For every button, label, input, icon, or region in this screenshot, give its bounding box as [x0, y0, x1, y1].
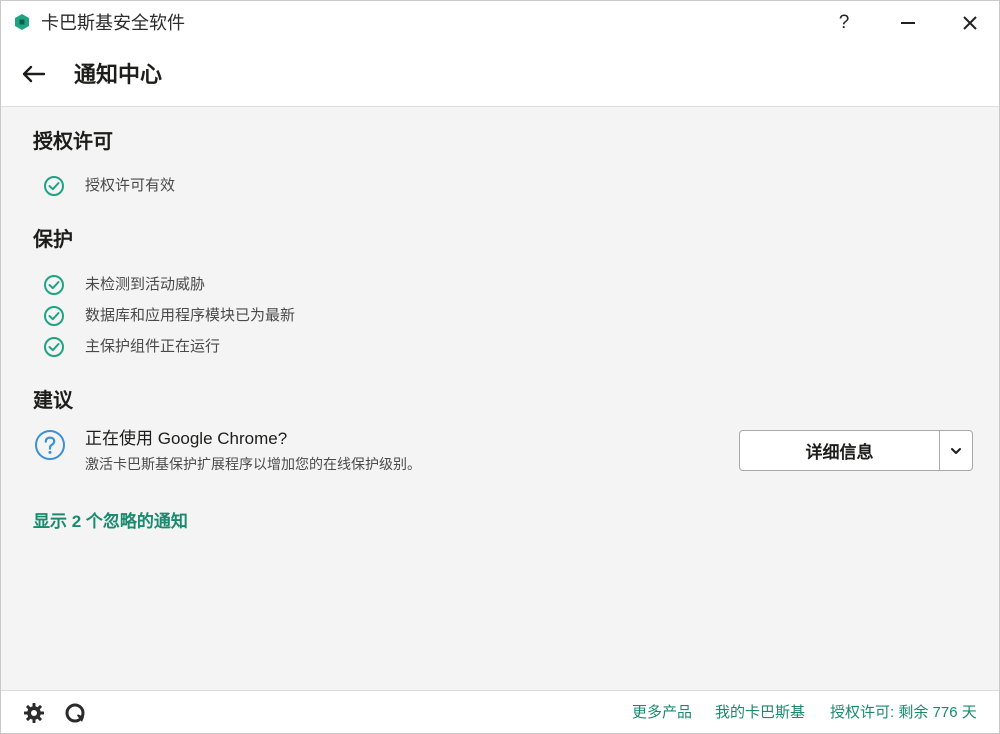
- my-kaspersky-link[interactable]: 我的卡巴斯基: [715, 704, 805, 722]
- status-item: 未检测到活动威胁: [43, 274, 205, 296]
- section-title-protection: 保护: [33, 229, 73, 251]
- close-icon: [963, 16, 977, 30]
- page-header: 通知中心: [1, 45, 999, 107]
- status-label: 未检测到活动威胁: [85, 276, 206, 293]
- details-button[interactable]: 详细信息: [740, 431, 940, 470]
- kaspersky-logo-icon: [15, 14, 29, 30]
- app-title: 卡巴斯基安全软件: [41, 13, 185, 33]
- back-arrow-icon: [22, 65, 46, 83]
- notification-list: 授权许可 授权许可有效 保护 未检测到活动威胁 数据库和应用程序模块已为最新 主…: [1, 108, 999, 690]
- app-window: 卡巴斯基安全软件 ? 通知中心 授权许可 授权许可有效 保护 未检测到活动威胁 …: [0, 0, 1000, 734]
- section-title-license: 授权许可: [33, 131, 113, 153]
- status-item: 数据库和应用程序模块已为最新: [43, 305, 295, 327]
- help-icon: ?: [838, 12, 850, 33]
- support-icon[interactable]: [64, 702, 86, 724]
- status-item: 授权许可有效: [43, 175, 175, 197]
- chevron-down-icon: [951, 447, 961, 454]
- minimize-icon: [901, 22, 915, 24]
- check-circle-icon: [44, 176, 64, 196]
- status-label: 授权许可有效: [85, 177, 176, 194]
- details-split-button: 详细信息: [739, 430, 973, 471]
- status-label: 数据库和应用程序模块已为最新: [85, 307, 296, 324]
- check-circle-icon: [44, 337, 64, 357]
- details-dropdown-button[interactable]: [940, 431, 972, 470]
- question-circle-icon: [35, 430, 65, 460]
- show-ignored-notifications-link[interactable]: 显示 2 个忽略的通知: [33, 511, 188, 533]
- check-circle-icon: [44, 306, 64, 326]
- section-title-recommendation: 建议: [33, 390, 73, 412]
- title-bar: 卡巴斯基安全软件 ?: [1, 1, 999, 45]
- minimize-button[interactable]: [883, 1, 933, 45]
- gear-icon[interactable]: [23, 702, 45, 724]
- status-item: 主保护组件正在运行: [43, 336, 220, 358]
- license-status-link[interactable]: 授权许可: 剩余 776 天: [830, 704, 977, 722]
- more-products-link[interactable]: 更多产品: [632, 704, 692, 722]
- close-button[interactable]: [945, 1, 995, 45]
- back-button[interactable]: [19, 59, 49, 89]
- footer: 更多产品 我的卡巴斯基 授权许可: 剩余 776 天: [1, 690, 999, 733]
- check-circle-icon: [44, 275, 64, 295]
- recommendation-heading: 正在使用 Google Chrome?: [85, 429, 288, 448]
- help-button[interactable]: ?: [819, 1, 869, 45]
- page-title: 通知中心: [74, 62, 163, 87]
- recommendation-description: 激活卡巴斯基保护扩展程序以增加您的在线保护级别。: [85, 456, 421, 472]
- status-label: 主保护组件正在运行: [85, 338, 221, 355]
